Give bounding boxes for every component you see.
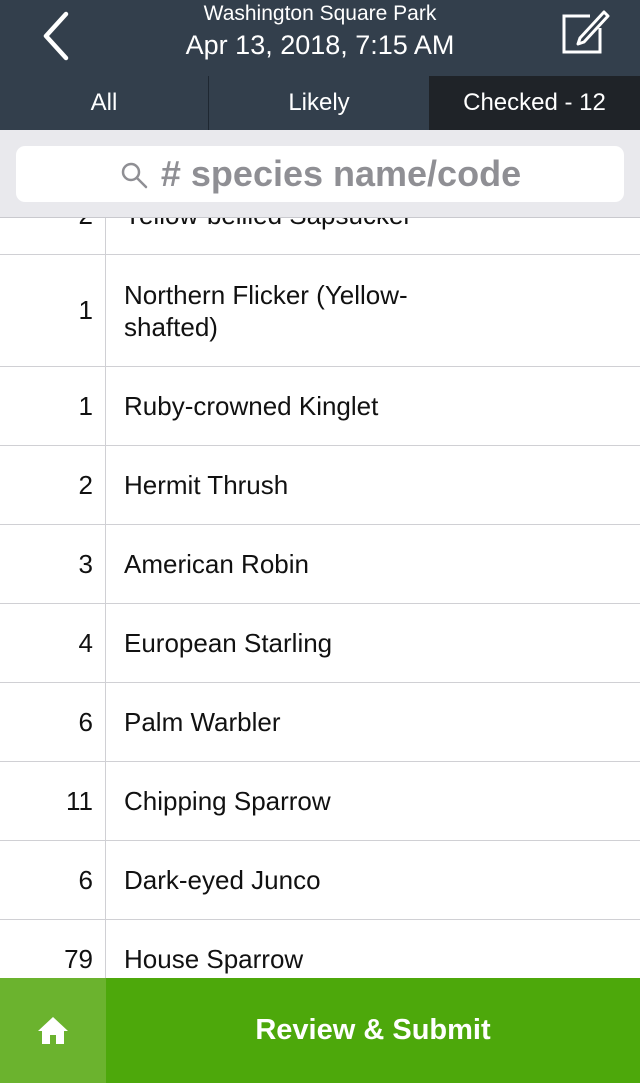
species-count[interactable]: 6 <box>0 683 106 761</box>
home-button[interactable] <box>0 978 106 1083</box>
species-name: European Starling <box>124 628 333 658</box>
species-count[interactable]: 4 <box>0 604 106 682</box>
edit-icon <box>562 10 610 54</box>
location-name: Washington Square Park <box>203 2 437 25</box>
species-count[interactable]: 79 <box>0 920 106 978</box>
tab-all[interactable]: All <box>0 76 209 130</box>
list-item[interactable]: 11 Chipping Sparrow <box>0 762 640 841</box>
species-count[interactable]: 2 <box>0 218 106 254</box>
filter-tabs: All Likely Checked - 12 <box>0 76 640 130</box>
list-item[interactable]: 2 Yellow-bellied Sapsucker <box>0 218 640 255</box>
header: Washington Square Park Apr 13, 2018, 7:1… <box>0 0 640 130</box>
species-count[interactable]: 1 <box>0 255 106 366</box>
checklist-datetime: Apr 13, 2018, 7:15 AM <box>185 30 455 60</box>
tab-likely[interactable]: Likely <box>209 76 429 130</box>
species-name: Hermit Thrush <box>124 470 289 500</box>
species-name: Dark-eyed Junco <box>124 865 321 895</box>
edit-button[interactable] <box>556 4 614 62</box>
list-item[interactable]: 6 Dark-eyed Junco <box>0 841 640 920</box>
list-item[interactable]: 79 House Sparrow <box>0 920 640 978</box>
species-count[interactable]: 2 <box>0 446 106 524</box>
species-count[interactable]: 1 <box>0 367 106 445</box>
species-name: Chipping Sparrow <box>124 786 331 816</box>
list-item[interactable]: 1 Northern Flicker (Yellow-shafted) <box>0 255 640 367</box>
tab-checked[interactable]: Checked - 12 <box>429 76 640 130</box>
species-name: American Robin <box>124 549 309 579</box>
search-icon <box>121 162 148 189</box>
species-name: Ruby-crowned Kinglet <box>124 391 379 421</box>
chevron-left-icon <box>43 11 69 61</box>
species-list[interactable]: 2 Yellow-bellied Sapsucker 1 Northern Fl… <box>0 218 640 978</box>
list-item[interactable]: 3 American Robin <box>0 525 640 604</box>
species-count[interactable]: 11 <box>0 762 106 840</box>
search-bar: # species name/code <box>0 130 640 218</box>
species-name: Palm Warbler <box>124 707 281 737</box>
species-count[interactable]: 6 <box>0 841 106 919</box>
home-icon <box>38 1016 68 1044</box>
list-item[interactable]: 4 European Starling <box>0 604 640 683</box>
footer-bar: Review & Submit <box>0 978 640 1083</box>
species-count[interactable]: 3 <box>0 525 106 603</box>
list-item[interactable]: 6 Palm Warbler <box>0 683 640 762</box>
species-name: Northern Flicker (Yellow-shafted) <box>124 279 408 342</box>
search-input[interactable]: # species name/code <box>16 146 624 202</box>
search-placeholder: # species name/code <box>160 153 522 194</box>
list-item[interactable]: 1 Ruby-crowned Kinglet <box>0 367 640 446</box>
species-name: House Sparrow <box>124 944 304 974</box>
back-button[interactable] <box>30 6 86 62</box>
list-item[interactable]: 2 Hermit Thrush <box>0 446 640 525</box>
species-name: Yellow-bellied Sapsucker <box>124 218 484 254</box>
review-submit-button[interactable]: Review & Submit <box>106 978 640 1083</box>
